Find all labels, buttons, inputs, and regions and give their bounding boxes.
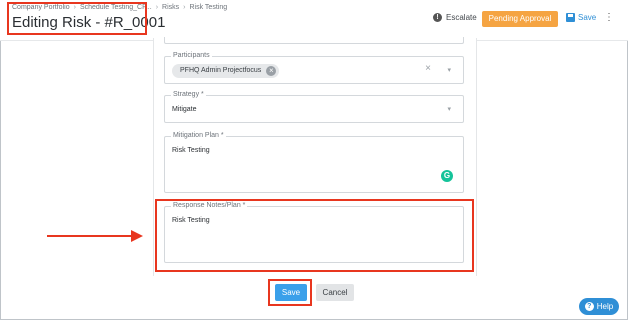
participants-field[interactable]: Participants PFHQ Admin Projectfocus × ×… — [164, 52, 464, 84]
annotation-arrow-line — [47, 235, 133, 237]
remove-chip-icon[interactable]: × — [266, 66, 277, 76]
breadcrumb-item-risks[interactable]: Risks — [162, 4, 179, 11]
chevron-down-icon[interactable]: ▾ — [447, 66, 451, 74]
participants-label: Participants — [171, 52, 212, 59]
top-field-stub — [164, 37, 464, 44]
strategy-select[interactable]: Strategy * Mitigate ▾ — [164, 91, 464, 123]
alert-circle-icon: ! — [433, 13, 442, 22]
mitigation-plan-value: Risk Testing — [172, 147, 210, 154]
response-highlight-box — [155, 199, 474, 272]
cancel-button[interactable]: Cancel — [316, 284, 354, 301]
mitigation-plan-textarea[interactable]: Mitigation Plan * Risk Testing G — [164, 132, 464, 193]
floppy-disk-icon — [566, 13, 575, 22]
escalate-button[interactable]: ! Escalate — [433, 13, 477, 22]
question-circle-icon: ? — [584, 302, 594, 311]
save-button[interactable]: Save — [275, 284, 307, 301]
header-save-label: Save — [578, 13, 597, 22]
clear-icon[interactable]: × — [425, 63, 431, 74]
chevron-down-icon[interactable]: ▾ — [447, 105, 451, 113]
breadcrumb-separator: › — [183, 4, 186, 11]
participant-chip: PFHQ Admin Projectfocus × — [172, 64, 280, 78]
strategy-value: Mitigate — [172, 106, 197, 113]
kebab-menu-icon[interactable]: ⋮ — [604, 13, 614, 23]
mitigation-plan-label: Mitigation Plan * — [171, 132, 226, 139]
strategy-label: Strategy * — [171, 91, 206, 98]
breadcrumb-item-current: Risk Testing — [189, 4, 228, 11]
grammarly-icon[interactable]: G — [441, 170, 453, 182]
title-highlight-box — [7, 2, 147, 35]
breadcrumb-separator: › — [155, 4, 159, 11]
help-button[interactable]: ? Help — [579, 298, 619, 315]
escalate-label: Escalate — [446, 13, 477, 22]
participant-chip-label: PFHQ Admin Projectfocus — [180, 67, 262, 74]
header-save-button[interactable]: Save — [566, 13, 596, 22]
help-label: Help — [596, 302, 614, 311]
pending-approval-button[interactable]: Pending Approval — [482, 11, 558, 27]
annotation-arrow-head — [131, 230, 143, 242]
